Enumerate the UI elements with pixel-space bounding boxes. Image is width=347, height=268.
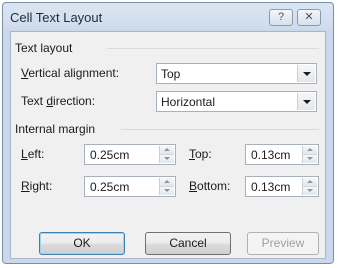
text-direction-value: Horizontal: [161, 95, 216, 109]
dialog-title: Cell Text Layout: [10, 10, 103, 25]
bottom-label-text: ottom:: [197, 179, 231, 193]
top-margin-stepper: [302, 146, 317, 163]
bottom-access-key: B: [189, 179, 198, 193]
left-margin-value: 0.25cm: [90, 148, 130, 162]
text-layout-divider: [107, 48, 319, 49]
left-margin-stepper: [159, 146, 174, 163]
left-margin-label: Left:: [21, 147, 44, 161]
left-margin-spinbox[interactable]: 0.25cm: [84, 144, 176, 165]
ok-button[interactable]: OK: [39, 232, 125, 255]
title-bar[interactable]: Cell Text Layout ? ✕: [3, 3, 333, 31]
spin-up-icon[interactable]: [160, 146, 174, 155]
preview-button[interactable]: Preview: [247, 232, 319, 255]
bottom-margin-spinbox[interactable]: 0.13cm: [245, 176, 319, 197]
text-direction-label-text: irection:: [53, 94, 96, 108]
right-margin-label: Right:: [21, 179, 52, 193]
close-button[interactable]: ✕: [297, 9, 321, 26]
top-margin-value: 0.13cm: [251, 148, 291, 162]
spin-down-icon[interactable]: [303, 187, 317, 195]
internal-margin-group-label: Internal margin: [15, 122, 100, 136]
vertical-alignment-label-text: ertical alignment:: [28, 66, 120, 80]
vertical-alignment-label: Vertical alignment:: [21, 66, 119, 80]
right-margin-stepper: [159, 178, 174, 195]
spin-up-icon[interactable]: [303, 146, 317, 155]
vertical-alignment-select[interactable]: Top: [156, 63, 317, 84]
spin-down-icon[interactable]: [160, 155, 174, 163]
help-icon: ?: [277, 11, 285, 23]
spin-up-icon[interactable]: [303, 178, 317, 187]
chevron-down-icon[interactable]: [297, 65, 315, 82]
cancel-button[interactable]: Cancel: [145, 232, 231, 255]
close-icon: ✕: [304, 11, 314, 23]
help-button[interactable]: ?: [269, 9, 293, 26]
text-direction-label-prefix: Text: [21, 94, 47, 108]
vertical-alignment-value: Top: [161, 67, 181, 81]
top-margin-spinbox[interactable]: 0.13cm: [245, 144, 319, 165]
spin-up-icon[interactable]: [160, 178, 174, 187]
right-label-text: ight:: [29, 179, 53, 193]
right-access-key: R: [21, 179, 30, 193]
chevron-down-icon[interactable]: [297, 93, 315, 110]
text-direction-label: Text direction:: [21, 94, 95, 108]
dialog-client-area: Text layout Vertical alignment: Top Text…: [10, 31, 326, 259]
text-direction-select[interactable]: Horizontal: [156, 91, 317, 112]
right-margin-spinbox[interactable]: 0.25cm: [84, 176, 176, 197]
top-margin-label: Top:: [189, 147, 212, 161]
top-label-text: op:: [195, 147, 212, 161]
internal-margin-divider: [121, 129, 319, 130]
text-layout-group-label: Text layout: [15, 41, 77, 55]
bottom-margin-stepper: [302, 178, 317, 195]
right-margin-value: 0.25cm: [90, 180, 130, 194]
dialog-window: Cell Text Layout ? ✕ Text layout Vertica…: [2, 2, 334, 264]
bottom-margin-label: Bottom:: [189, 179, 230, 193]
bottom-margin-value: 0.13cm: [251, 180, 291, 194]
left-label-text: eft:: [27, 147, 45, 161]
spin-down-icon[interactable]: [303, 155, 317, 163]
spin-down-icon[interactable]: [160, 187, 174, 195]
left-access-key: L: [21, 147, 28, 161]
